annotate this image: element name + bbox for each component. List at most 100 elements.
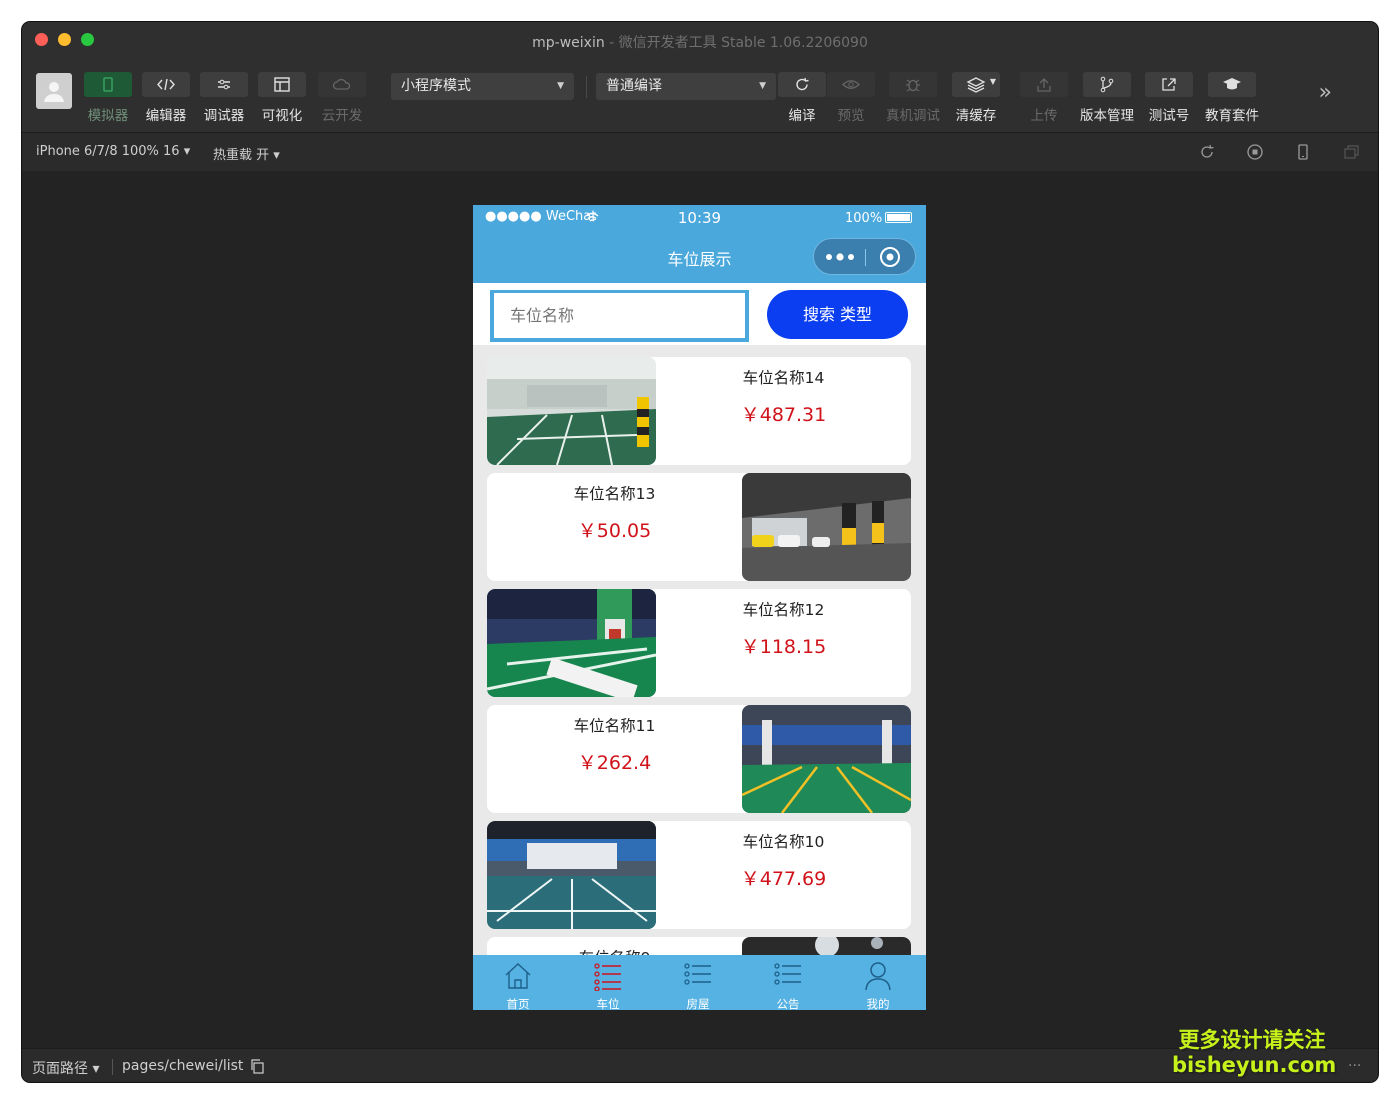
search-type-button[interactable]: 搜索 类型	[767, 290, 908, 339]
mini-program-capsule	[813, 238, 916, 275]
search-input[interactable]	[490, 290, 749, 342]
item-name: 车位名称12	[742, 601, 825, 619]
cloud-dev-toggle[interactable]: 云开发	[318, 72, 366, 124]
item-name: 车位名称10	[742, 833, 825, 851]
bug-icon	[906, 79, 920, 92]
phone-frame-icon[interactable]	[1294, 143, 1312, 161]
battery-icon	[885, 212, 912, 223]
parking-garage-image	[742, 473, 911, 581]
item-price: ￥477.69	[740, 868, 827, 890]
list-item[interactable]: 车位名称10 ￥477.69	[487, 821, 911, 929]
tab-mine[interactable]: 我的	[833, 955, 923, 1010]
layers-icon	[966, 77, 986, 93]
devtools-window: mp-weixin - 微信开发者工具 Stable 1.06.2206090 …	[22, 22, 1378, 1082]
page-path: pages/chewei/list	[122, 1058, 244, 1074]
capsule-divider	[865, 249, 866, 266]
close-target-icon[interactable]	[879, 246, 901, 268]
main-toolbar: 模拟器 编辑器 调试器 可视化 云开发 小程序模式 ▼ 普通编译 ▼ 编译 预览…	[22, 60, 1378, 132]
battery-label: 100%	[845, 211, 883, 226]
home-icon	[505, 963, 531, 989]
page-path-select[interactable]: 页面路径 ▾	[32, 1058, 99, 1078]
parking-photo	[487, 821, 656, 929]
simulator-subbar: iPhone 6/7/8 100% 16 ▾ 热重载 开 ▾	[22, 132, 1378, 171]
more-options-icon[interactable]: ···	[1348, 1058, 1361, 1074]
sliders-icon	[218, 79, 230, 90]
caret-icon: ▼	[989, 77, 996, 86]
phone-status-bar: ●●●●● WeChat 10:39 100%	[473, 205, 926, 231]
search-row: 搜索 类型	[473, 283, 926, 345]
code-icon	[157, 78, 175, 91]
tab-home[interactable]: 首页	[473, 955, 563, 1010]
more-tools-icon[interactable]: »	[1319, 80, 1332, 105]
item-price: ￥487.31	[740, 404, 827, 426]
window-title: mp-weixin - 微信开发者工具 Stable 1.06.2206090	[532, 35, 868, 51]
user-icon	[44, 82, 64, 102]
clear-cache-button[interactable]: ▼ 清缓存	[952, 72, 1000, 124]
simulator-toggle[interactable]: 模拟器	[84, 72, 132, 124]
list-item[interactable]: 车位名称12 ￥118.15	[487, 589, 911, 697]
list-item[interactable]: 车位名称9	[487, 937, 911, 955]
rotate-icon[interactable]	[1198, 143, 1216, 161]
user-avatar[interactable]	[36, 73, 72, 109]
title-bar: mp-weixin - 微信开发者工具 Stable 1.06.2206090	[22, 22, 1378, 60]
phone-simulator: ●●●●● WeChat 10:39 100% 车位展示 搜索 类型	[473, 205, 926, 1010]
parking-garage-image	[487, 357, 656, 465]
test-account-button[interactable]: 测试号	[1145, 72, 1193, 124]
detach-window-icon[interactable]	[1342, 143, 1360, 161]
parking-list: 车位名称14 ￥487.31 车位名称13 ￥50.05 车位名称12 ￥118…	[473, 345, 926, 955]
parking-garage-image	[487, 821, 656, 929]
device-debug-button[interactable]: 真机调试	[886, 72, 940, 124]
version-control-button[interactable]: 版本管理	[1080, 72, 1134, 124]
tab-notice[interactable]: 公告	[743, 955, 833, 1010]
more-dots-icon[interactable]	[825, 253, 855, 261]
list-item[interactable]: 车位名称11 ￥262.4	[487, 705, 911, 813]
divider	[112, 1059, 113, 1075]
editor-toggle[interactable]: 编辑器	[142, 72, 190, 124]
compile-mode-select[interactable]: 普通编译 ▼	[596, 73, 776, 100]
stop-record-icon[interactable]	[1246, 143, 1264, 161]
debugger-toggle[interactable]: 调试器	[200, 72, 248, 124]
person-icon	[865, 962, 891, 991]
item-price: ￥118.15	[740, 636, 827, 658]
item-price: ￥262.4	[577, 752, 652, 774]
phone-nav-bar: 车位展示	[473, 231, 926, 283]
item-name: 车位名称13	[573, 485, 656, 503]
education-button[interactable]: 教育套件	[1205, 72, 1259, 124]
upload-button[interactable]: 上传	[1020, 72, 1068, 124]
parking-photo	[487, 589, 656, 697]
device-select[interactable]: iPhone 6/7/8 100% 16 ▾	[36, 144, 190, 159]
chevron-down-icon: ▼	[557, 81, 564, 91]
list-item[interactable]: 车位名称14 ￥487.31	[487, 357, 911, 465]
parking-photo	[742, 705, 911, 813]
hot-reload-toggle[interactable]: 热重载 开 ▾	[213, 144, 280, 163]
branch-icon	[1100, 76, 1114, 93]
parking-photo	[742, 473, 911, 581]
item-price: ￥50.05	[577, 520, 652, 542]
copy-icon[interactable]	[250, 1059, 264, 1074]
parking-garage-image	[487, 589, 656, 697]
tab-parking[interactable]: 车位	[563, 955, 653, 1010]
visual-toggle[interactable]: 可视化	[258, 72, 306, 124]
mode-select[interactable]: 小程序模式 ▼	[391, 73, 574, 100]
phone-icon	[103, 77, 113, 92]
tab-house[interactable]: 房屋	[653, 955, 743, 1010]
list-icon	[684, 963, 711, 985]
cloud-icon	[332, 78, 351, 90]
preview-button[interactable]: 预览	[827, 72, 875, 124]
parking-garage-image	[742, 937, 911, 955]
eye-icon	[842, 80, 860, 89]
graduation-cap-icon	[1223, 78, 1241, 90]
watermark: 更多设计请关注 bisheyun.com	[1172, 1028, 1337, 1077]
tab-bar: 首页 车位 房屋 公告 我的	[473, 955, 926, 1010]
refresh-icon	[796, 77, 809, 91]
item-name: 车位名称14	[742, 369, 825, 387]
chevron-down-icon: ▼	[759, 81, 766, 91]
upload-icon	[1037, 78, 1051, 92]
list-icon	[594, 963, 621, 991]
parking-photo	[742, 937, 911, 955]
parking-photo	[487, 357, 656, 465]
list-item[interactable]: 车位名称13 ￥50.05	[487, 473, 911, 581]
item-name: 车位名称9	[487, 946, 742, 955]
toolbar-divider	[586, 76, 587, 98]
layout-icon	[274, 77, 290, 92]
